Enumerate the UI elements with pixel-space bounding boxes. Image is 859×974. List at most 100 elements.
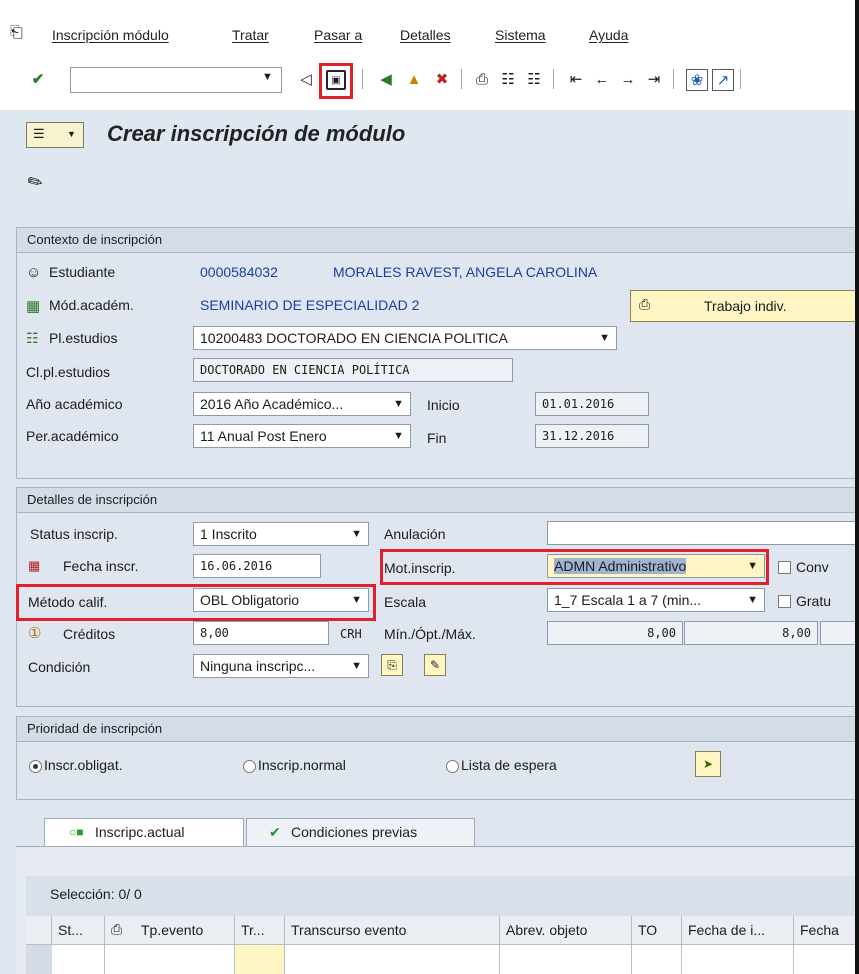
chevron-down-icon: ▼ [393, 398, 404, 410]
back-icon[interactable]: ◀ [376, 69, 396, 89]
status-label: Status inscrip. [30, 526, 118, 542]
create-session-icon[interactable]: ❀ [686, 69, 708, 91]
anio-dropdown[interactable]: 2016 Año Académico... ▼ [193, 392, 411, 416]
fin-field: 31.12.2016 [535, 424, 649, 448]
find-next-icon[interactable]: ☷ [524, 69, 544, 89]
student-icon: ☺ [26, 264, 42, 281]
table-cell[interactable] [235, 944, 285, 974]
periodo-label: Per.académico [26, 428, 119, 444]
column-header-transcurso-evento[interactable]: Transcurso evento [285, 916, 500, 944]
radio-inscrip-normal-label: Inscrip.normal [258, 757, 346, 773]
prioridad-action-button[interactable]: ➤ [695, 751, 721, 777]
condicion-label: Condición [28, 659, 91, 675]
plan-dropdown[interactable]: 10200483 DOCTORADO EN CIENCIA POLITICA ▼ [193, 326, 617, 350]
anulacion-label: Anulación [384, 526, 446, 542]
save-icon[interactable]: ▣ [326, 70, 346, 90]
radio-lista-espera[interactable] [446, 760, 459, 773]
gratu-label: Gratu [796, 593, 832, 609]
table-cell[interactable] [52, 944, 105, 974]
condition-detail-button[interactable]: ⎘ [381, 654, 403, 676]
radio-lista-espera-label: Lista de espera [461, 757, 557, 773]
copy-icon: ⎘ [387, 657, 397, 672]
min-field: 8,00 [547, 621, 683, 645]
creditos-value: 8,00 [200, 626, 229, 640]
enter-icon[interactable]: ✔ [28, 69, 48, 89]
print-icon[interactable]: ⎙ [472, 69, 492, 89]
gratu-checkbox[interactable] [778, 595, 791, 608]
first-page-icon[interactable]: ⇤ [566, 69, 586, 89]
tab-condiciones-previas-label: Condiciones previas [291, 824, 418, 840]
status-dropdown[interactable]: 1 Inscrito ▼ [193, 522, 369, 546]
column-header-fecha-inicio[interactable]: Fecha de i... [682, 916, 794, 944]
contexto-header: Contexto de inscripción [17, 228, 859, 253]
radio-inscr-obligat-label: Inscr.obligat. [44, 757, 123, 773]
table-cell[interactable] [285, 944, 500, 974]
modulo-label: Mód.académ. [49, 297, 134, 313]
conv-checkbox[interactable] [778, 561, 791, 574]
tab-inscripc-actual[interactable]: ○■ Inscripc.actual [44, 818, 244, 846]
column-header-to[interactable]: TO [632, 916, 682, 944]
column-header-abrev-objeto[interactable]: Abrev. objeto [500, 916, 632, 944]
menu-button[interactable]: ☰ ▼ [26, 122, 84, 148]
escala-label: Escala [384, 594, 427, 610]
fecha-field[interactable]: 16.06.2016 [193, 554, 321, 578]
select-all-cell[interactable] [26, 916, 52, 944]
last-page-icon[interactable]: ⇥ [644, 69, 664, 89]
next-page-icon[interactable]: → [618, 69, 638, 89]
radio-inscrip-normal[interactable] [243, 760, 256, 773]
column-header-status[interactable]: St... [52, 916, 105, 944]
status-lights-icon: ○■ [69, 825, 84, 839]
tab-condiciones-previas[interactable]: ✔ Condiciones previas [246, 818, 475, 846]
previous-page-icon[interactable]: ← [592, 69, 612, 89]
menu-sistema[interactable]: Sistema [495, 27, 546, 43]
condicion-dropdown[interactable]: Ninguna inscripc... ▼ [193, 654, 369, 678]
anulacion-field[interactable] [547, 521, 859, 545]
back-arrow-icon[interactable]: ◁ [296, 69, 316, 89]
column-header-tr[interactable]: Tr... [235, 916, 285, 944]
column-header-fecha[interactable]: Fecha [794, 916, 859, 944]
page-title: Crear inscripción de módulo [107, 121, 406, 146]
anio-label: Año académico [26, 396, 123, 412]
table-cell[interactable] [632, 944, 682, 974]
estudiante-id[interactable]: 0000584032 [200, 264, 278, 280]
creditos-field[interactable]: 8,00 [193, 621, 329, 645]
table-cell[interactable] [682, 944, 794, 974]
command-dropdown-icon[interactable]: ▼ [262, 71, 273, 83]
inicio-label: Inicio [427, 397, 460, 413]
plan-value: 10200483 DOCTORADO EN CIENCIA POLITICA [200, 330, 508, 346]
table-cell[interactable] [500, 944, 632, 974]
cancel-icon[interactable]: ✖ [432, 69, 452, 89]
status-value: 1 Inscrito [200, 526, 257, 542]
row-selector[interactable] [26, 944, 52, 974]
metodo-dropdown[interactable]: OBL Obligatorio ▼ [193, 588, 369, 612]
modulo-value[interactable]: SEMINARIO DE ESPECIALIDAD 2 [200, 297, 419, 313]
menu-inscripcion-modulo[interactable]: Inscripción módulo [52, 27, 169, 43]
menu-icon[interactable]: ⎗ [10, 24, 23, 42]
table-cell[interactable] [105, 944, 235, 974]
column-header-tp-evento[interactable]: Tp.evento [105, 916, 235, 944]
exit-icon[interactable]: ▲ [404, 69, 424, 89]
trabajo-indiv-button[interactable]: ⎙ Trabajo indiv. [630, 290, 859, 322]
selection-count: Selección: 0/ 0 [50, 886, 142, 902]
command-field[interactable] [70, 67, 282, 93]
creditos-unit: CRH [340, 627, 362, 641]
module-icon: ▦ [26, 298, 41, 315]
menu-tratar[interactable]: Tratar [232, 27, 269, 43]
shortcut-icon[interactable]: ↗ [712, 69, 734, 91]
find-icon[interactable]: ☷ [498, 69, 518, 89]
table-header-bar [26, 876, 859, 916]
menu-ayuda[interactable]: Ayuda [589, 27, 628, 43]
table-cell[interactable] [794, 944, 859, 974]
condition-edit-button[interactable]: ✎ [424, 654, 446, 676]
periodo-dropdown[interactable]: 11 Anual Post Enero ▼ [193, 424, 411, 448]
inicio-field: 01.01.2016 [535, 392, 649, 416]
menu-pasar-a[interactable]: Pasar a [314, 27, 362, 43]
radio-inscr-obligat[interactable] [29, 760, 42, 773]
estudiante-name[interactable]: MORALES RAVEST, ANGELA CAROLINA [333, 264, 597, 280]
prioridad-group: Prioridad de inscripción [16, 716, 859, 800]
mot-value: ADMN Administrativo [554, 558, 687, 574]
mot-dropdown[interactable]: ADMN Administrativo ▼ [547, 554, 765, 578]
escala-dropdown[interactable]: 1_7 Escala 1 a 7 (min... ▼ [547, 588, 765, 612]
menu-detalles[interactable]: Detalles [400, 27, 451, 43]
min-value: 8,00 [647, 626, 676, 640]
